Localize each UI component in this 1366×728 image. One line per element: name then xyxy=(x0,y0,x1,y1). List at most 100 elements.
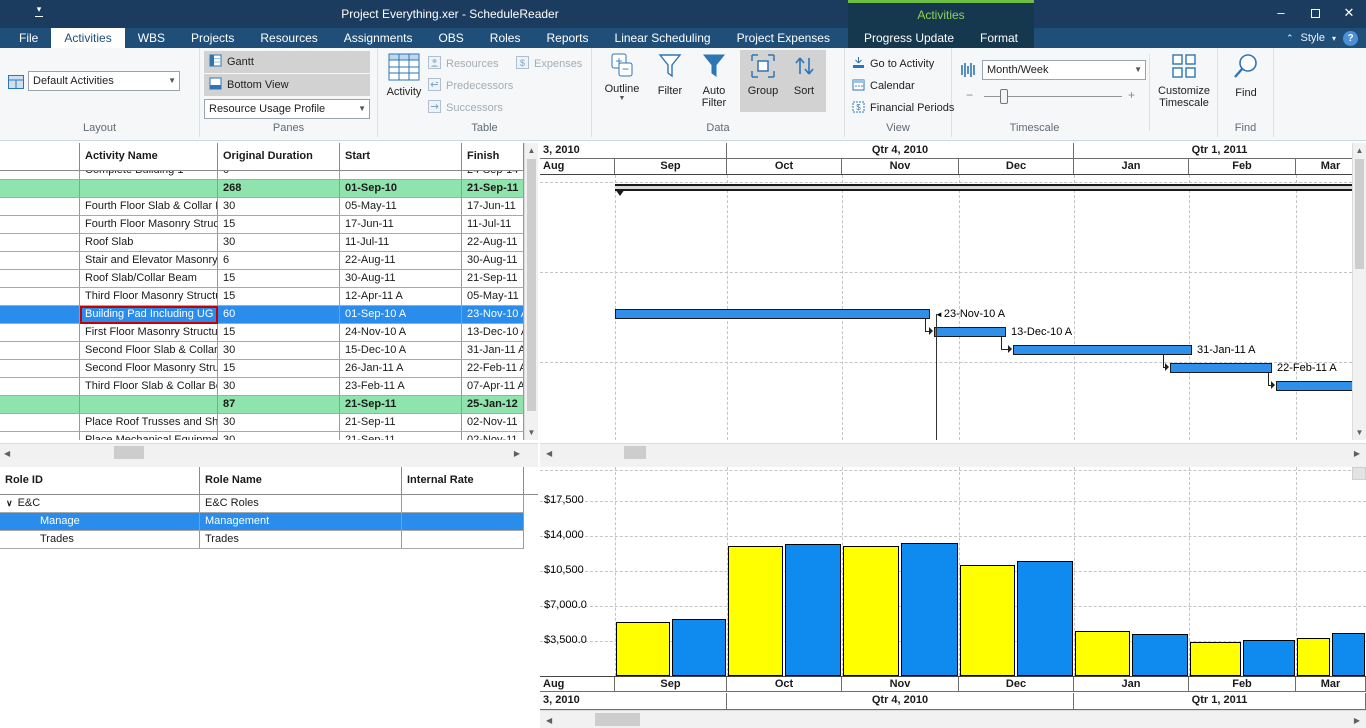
activity-row[interactable]: Building Pad Including UG Utilities6001-… xyxy=(0,306,524,324)
scroll-left-icon[interactable]: ◀ xyxy=(4,449,10,458)
activity-row[interactable]: 26801-Sep-1021-Sep-11 xyxy=(0,180,524,198)
scroll-down-icon[interactable]: ▼ xyxy=(1353,428,1366,437)
minimize-button[interactable]: – xyxy=(1264,0,1298,28)
group-button[interactable]: Group xyxy=(742,52,784,97)
scroll-left-icon[interactable]: ◀ xyxy=(546,716,552,725)
customize-timescale-button[interactable]: Customize Timescale xyxy=(1154,52,1214,109)
column-header-original-duration[interactable]: Original Duration xyxy=(218,143,340,170)
timescale-icon xyxy=(960,62,977,81)
tab-reports[interactable]: Reports xyxy=(533,28,601,48)
sort-button[interactable]: Sort xyxy=(786,52,822,97)
timescale-cell: Aug xyxy=(540,159,615,174)
filter-button[interactable]: Filter xyxy=(650,52,690,97)
zoom-out-icon[interactable]: − xyxy=(966,88,973,102)
tab-project-expenses[interactable]: Project Expenses xyxy=(724,28,843,48)
activity-row[interactable]: Third Floor Masonry Structure1512-Apr-11… xyxy=(0,288,524,306)
column-header-finish[interactable]: Finish xyxy=(462,143,524,170)
role-row[interactable]: ∨E&CE&C Roles xyxy=(0,495,524,513)
collapse-ribbon-icon[interactable]: ⌃ xyxy=(1286,33,1294,44)
tab-wbs[interactable]: WBS xyxy=(125,28,178,48)
scroll-down-icon[interactable]: ▼ xyxy=(525,428,538,437)
help-icon[interactable]: ? xyxy=(1343,31,1358,46)
activity-row[interactable]: Second Floor Slab & Collar Beam3015-Dec-… xyxy=(0,342,524,360)
hscroll-thumb[interactable] xyxy=(114,446,144,459)
calendar-button[interactable]: Calendar xyxy=(852,78,915,94)
scroll-right-icon[interactable]: ▶ xyxy=(514,449,520,458)
activity-row[interactable]: First Floor Masonry Structure1524-Nov-10… xyxy=(0,324,524,342)
tab-activities[interactable]: Activities xyxy=(51,28,124,48)
gantt-summary-bar[interactable] xyxy=(615,184,1352,191)
style-menu[interactable]: Style xyxy=(1301,32,1325,44)
tab-projects[interactable]: Projects xyxy=(178,28,247,48)
activity-row[interactable]: Fourth Floor Masonry Structure1517-Jun-1… xyxy=(0,216,524,234)
activity-row[interactable]: Second Floor Masonry Structure1526-Jan-1… xyxy=(0,360,524,378)
y-axis-label: $14,000 xyxy=(544,529,584,541)
activity-row[interactable]: 8721-Sep-1125-Jan-12 xyxy=(0,396,524,414)
gantt-bar[interactable] xyxy=(934,327,1006,337)
goto-activity-button[interactable]: Go to Activity xyxy=(852,56,934,72)
column-header-internal-rate[interactable]: Internal Rate xyxy=(402,467,524,494)
activity-row[interactable]: Complete Building 1024-Sep-14 xyxy=(0,171,524,180)
gantt-bar[interactable] xyxy=(1170,363,1272,373)
role-row[interactable]: TradesTrades xyxy=(0,531,524,549)
timescale-slider-thumb[interactable] xyxy=(1000,89,1008,104)
timescale-combo[interactable]: Month/Week▼ xyxy=(982,60,1146,80)
combo-arrow-icon: ▼ xyxy=(358,100,366,118)
tab-obs[interactable]: OBS xyxy=(425,28,476,48)
tab-format[interactable]: Format xyxy=(967,28,1031,48)
scroll-right-icon[interactable]: ▶ xyxy=(1354,449,1360,458)
financial-periods-button[interactable]: $ Financial Periods xyxy=(852,100,954,116)
bottom-view-combo[interactable]: Resource Usage Profile▼ xyxy=(204,99,370,119)
scroll-right-icon[interactable]: ▶ xyxy=(1354,716,1360,725)
cell-start: 22-Aug-11 xyxy=(340,252,462,270)
cell-blank xyxy=(0,342,80,360)
gantt-bar[interactable] xyxy=(1276,381,1352,391)
activity-row[interactable]: Place Roof Trusses and Sheeting3021-Sep-… xyxy=(0,414,524,432)
chevron-down-icon[interactable]: ∨ xyxy=(6,498,13,508)
gantt-toggle-button[interactable]: Gantt xyxy=(204,51,370,73)
activity-row[interactable]: Stair and Elevator Masonry622-Aug-1130-A… xyxy=(0,252,524,270)
style-dropdown-icon[interactable]: ▾ xyxy=(1332,34,1336,43)
column-header-role-id[interactable]: Role ID xyxy=(0,467,200,494)
tab-resources[interactable]: Resources xyxy=(247,28,330,48)
restore-button[interactable] xyxy=(1298,0,1332,28)
layout-combo[interactable]: Default Activities▼ xyxy=(28,71,180,91)
column-header-blank[interactable] xyxy=(0,143,80,170)
activity-row[interactable]: Third Floor Slab & Collar Beam3023-Feb-1… xyxy=(0,378,524,396)
bottom-view-toggle-button[interactable]: Bottom View xyxy=(204,74,370,96)
zoom-in-icon[interactable]: + xyxy=(1128,88,1135,102)
vscroll-thumb[interactable] xyxy=(1355,159,1364,269)
tab-assignments[interactable]: Assignments xyxy=(331,28,426,48)
role-row[interactable]: ManageManagement xyxy=(0,513,524,531)
predecessors-icon xyxy=(428,78,441,94)
quick-access-icon[interactable]: ▾ xyxy=(32,6,46,20)
tab-file[interactable]: File xyxy=(6,28,51,48)
close-button[interactable]: ✕ xyxy=(1332,0,1366,28)
scroll-left-icon[interactable]: ◀ xyxy=(546,449,552,458)
activity-row[interactable]: Place Mechanical Equipment3021-Sep-1102-… xyxy=(0,432,524,440)
gridline-horizontal xyxy=(540,182,1352,183)
column-header-activity-name[interactable]: Activity Name xyxy=(80,143,218,170)
find-button[interactable]: Find xyxy=(1226,52,1266,99)
scroll-up-icon[interactable]: ▲ xyxy=(1353,146,1366,155)
activity-row[interactable]: Fourth Floor Slab & Collar Beam3005-May-… xyxy=(0,198,524,216)
auto-filter-button[interactable]: Auto Filter xyxy=(692,52,736,109)
cell-start: 26-Jan-11 A xyxy=(340,360,462,378)
cell-original-duration: 30 xyxy=(218,198,340,216)
hscroll-thumb[interactable] xyxy=(595,713,640,726)
hscroll-thumb[interactable] xyxy=(624,446,646,459)
tab-roles[interactable]: Roles xyxy=(477,28,534,48)
outline-button[interactable]: +− Outline ▼ xyxy=(600,52,644,102)
column-header-role-name[interactable]: Role Name xyxy=(200,467,402,494)
column-header-start[interactable]: Start xyxy=(340,143,462,170)
activity-row[interactable]: Roof Slab3011-Jul-1122-Aug-11 xyxy=(0,234,524,252)
tab-progress-update[interactable]: Progress Update xyxy=(851,28,967,48)
gantt-bar[interactable] xyxy=(1013,345,1192,355)
gantt-bar[interactable] xyxy=(615,309,930,319)
activity-table-button[interactable]: Activity xyxy=(384,53,424,98)
combo-arrow-icon: ▼ xyxy=(1134,61,1142,79)
activity-row[interactable]: Roof Slab/Collar Beam1530-Aug-1121-Sep-1… xyxy=(0,270,524,288)
tab-linear-scheduling[interactable]: Linear Scheduling xyxy=(602,28,724,48)
vscroll-thumb[interactable] xyxy=(527,159,536,411)
scroll-up-icon[interactable]: ▲ xyxy=(525,146,538,155)
